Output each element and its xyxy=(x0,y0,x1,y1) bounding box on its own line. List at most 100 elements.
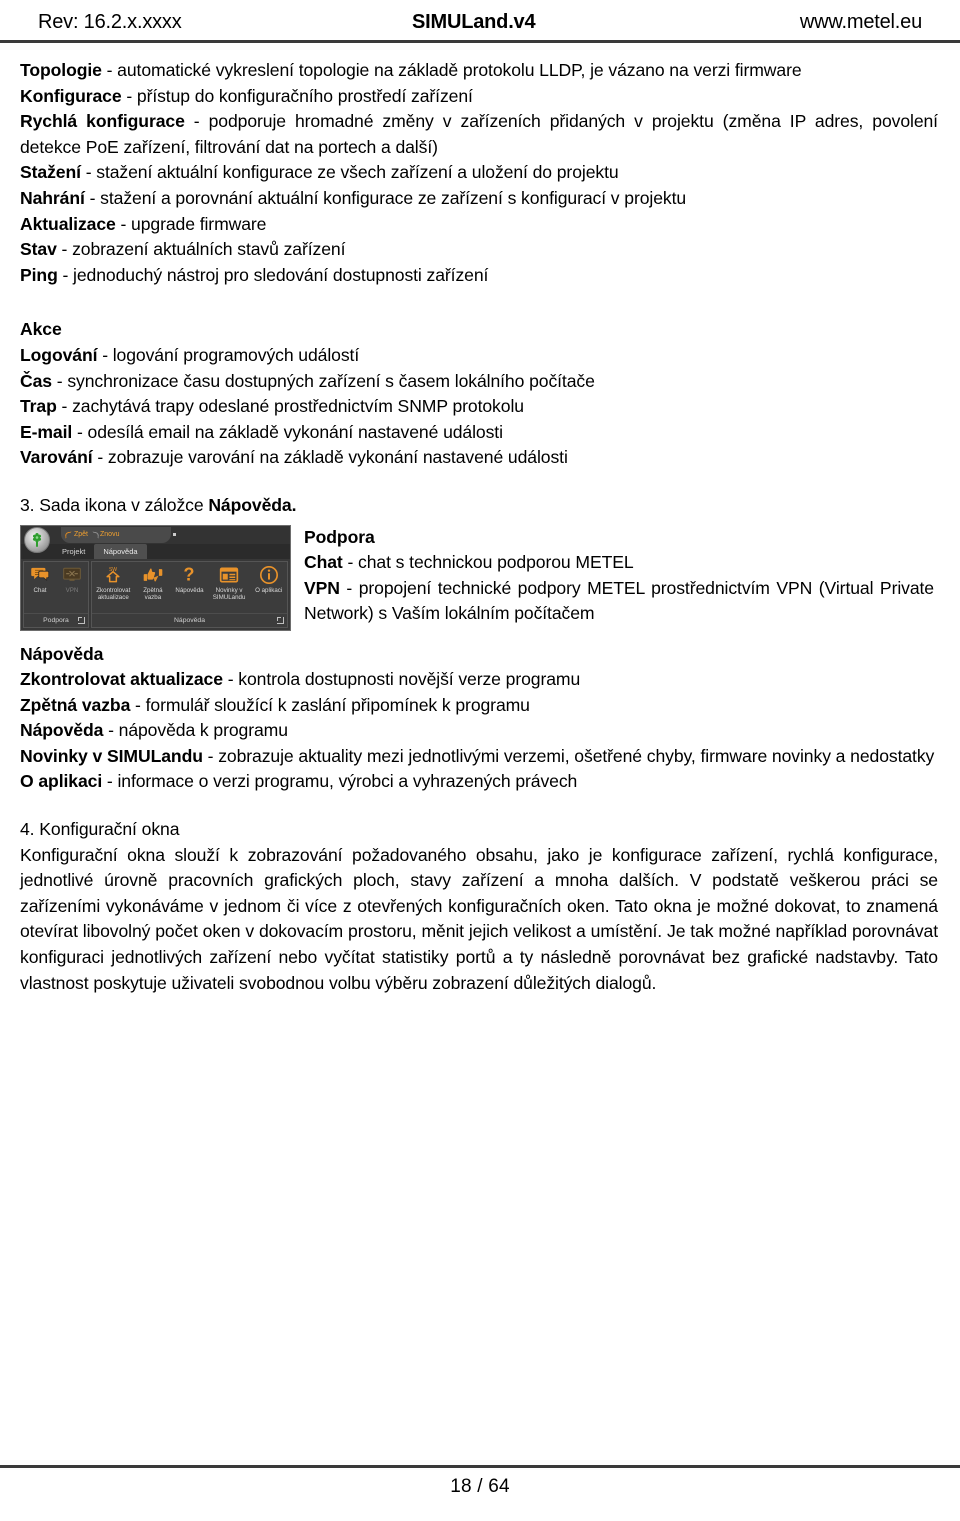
ribbon-button-about[interactable]: O aplikaci xyxy=(252,565,286,594)
ribbon-button-feedback[interactable]: Zpětná vazba xyxy=(136,565,170,602)
feature-item: Stažení - stažení aktuální konfigurace z… xyxy=(20,160,940,186)
feature-item: Stav - zobrazení aktuálních stavů zaříze… xyxy=(20,237,940,263)
feature-item: Ping - jednoduchý nástroj pro sledování … xyxy=(20,263,940,289)
ribbon-button-check-updates[interactable]: SW Zkontrolovat aktualizace xyxy=(93,565,133,602)
puzzle-piece-icon xyxy=(32,532,42,547)
akce-item: Varování - zobrazuje varování na základě… xyxy=(20,445,940,471)
dialog-launcher-icon[interactable] xyxy=(277,616,284,624)
podpora-desc: - chat s technickou podporou METEL xyxy=(342,552,634,573)
dialog-launcher-icon[interactable] xyxy=(78,616,85,624)
document-page: Rev: 16.2.x.xxxx SIMULand.v4 www.metel.e… xyxy=(0,0,960,1521)
footer-divider xyxy=(0,1465,960,1468)
napoveda-term: Nápověda xyxy=(20,720,104,741)
undo-button[interactable]: Zpět xyxy=(65,531,88,538)
ribbon-group-napoveda-title-text: Nápověda xyxy=(174,616,205,624)
napoveda-heading: Nápověda xyxy=(20,643,104,664)
feature-desc: - stažení a porovnání aktuální konfigura… xyxy=(84,187,687,208)
feature-desc: - zobrazení aktuálních stavů zařízení xyxy=(56,239,346,260)
ribbon-button-chat[interactable]: Chat xyxy=(24,565,56,594)
feature-item: Nahrání - stažení a porovnání aktuální k… xyxy=(20,186,940,212)
page-header: Rev: 16.2.x.xxxx SIMULand.v4 www.metel.e… xyxy=(0,0,960,44)
ribbon-group-podpora-title-text: Podpora xyxy=(43,616,69,624)
section4-paragraph: Konfigurační okna slouží k zobrazování p… xyxy=(20,844,938,993)
redo-button[interactable]: Znovu xyxy=(91,531,119,538)
undo-icon xyxy=(65,531,72,538)
section4-heading: 4. Konfigurační okna xyxy=(20,819,180,840)
feature-item: Rychlá konfigurace - podporuje hromadné … xyxy=(20,109,938,160)
ribbon-button-about-label: O aplikaci xyxy=(255,586,283,594)
podpora-section: Podpora Chat - chat s technickou podporo… xyxy=(294,525,940,627)
section3-heading: 3. Sada ikona v záložce Nápověda. xyxy=(20,493,940,519)
podpora-heading: Podpora xyxy=(304,526,375,547)
ribbon-group-podpora-title: Podpora xyxy=(24,612,88,627)
ribbon-group-napoveda-title: Nápověda xyxy=(92,612,287,627)
ribbon-button-help[interactable]: ? Nápověda xyxy=(172,565,206,594)
svg-text:?: ? xyxy=(184,565,195,584)
akce-desc: - logování programových událostí xyxy=(97,344,360,365)
podpora-item: VPN - propojení technické podpory METEL … xyxy=(304,576,934,627)
napoveda-desc: - formulář sloužící k zaslání připomínek… xyxy=(130,694,530,715)
feature-term: Ping xyxy=(20,264,58,285)
app-logo[interactable] xyxy=(24,526,50,553)
ribbon-group-podpora: Chat VPN Podpora xyxy=(23,560,89,628)
header-revision: Rev: 16.2.x.xxxx xyxy=(38,10,182,33)
ribbon-tab-strip: Projekt Nápověda xyxy=(21,543,290,559)
feature-item: Aktualizace - upgrade firmware xyxy=(20,212,940,238)
ribbon-group-napoveda-buttons: SW Zkontrolovat aktualizace Zpětná vazba… xyxy=(92,562,287,613)
napoveda-term: O aplikaci xyxy=(20,771,103,792)
ribbon-body: Chat VPN Podpora SW Zkontrolovat aktuali… xyxy=(21,558,290,630)
napoveda-desc: - kontrola dostupnosti novější verze pro… xyxy=(222,669,581,690)
header-divider xyxy=(0,40,960,43)
sw-update-icon: SW xyxy=(103,565,123,585)
quick-access-more-icon[interactable] xyxy=(173,532,176,536)
akce-heading: Akce xyxy=(20,319,62,340)
tab-napoveda[interactable]: Nápověda xyxy=(94,543,147,559)
feature-term: Konfigurace xyxy=(20,85,122,106)
akce-term: Čas xyxy=(20,370,52,391)
ribbon-button-feedback-label: Zpětná vazba xyxy=(143,586,163,601)
akce-item: E-mail - odesílá email na základě vykoná… xyxy=(20,420,940,446)
simuland-ribbon-screenshot: Zpět Znovu Projekt Nápověda Chat VPN Pod… xyxy=(20,524,291,631)
napoveda-item: Nápověda - nápověda k programu xyxy=(20,718,940,744)
napoveda-item: Zkontrolovat aktualizace - kontrola dost… xyxy=(20,667,940,693)
akce-item: Čas - synchronizace času dostupných zaří… xyxy=(20,369,940,395)
feature-desc: - upgrade firmware xyxy=(115,213,267,234)
podpora-desc: - propojení technické podpory METEL pros… xyxy=(304,577,934,624)
napoveda-term: Novinky v SIMULandu xyxy=(20,745,203,766)
feature-item: Topologie - automatické vykreslení topol… xyxy=(20,58,940,84)
section3-bold-tail: Nápověda. xyxy=(208,494,297,515)
document-body: Topologie - automatické vykreslení topol… xyxy=(20,58,940,996)
feature-term: Topologie xyxy=(20,60,102,80)
akce-term: Varování xyxy=(20,447,93,468)
feature-term: Rychlá konfigurace xyxy=(20,111,185,132)
feature-desc: - přístup do konfiguračního prostředí za… xyxy=(121,85,473,106)
ribbon-button-vpn-label: VPN xyxy=(65,586,79,594)
vpn-monitor-icon xyxy=(62,565,82,585)
napoveda-desc: - informace o verzi programu, výrobci a … xyxy=(102,771,578,792)
napoveda-desc: - nápověda k programu xyxy=(103,720,288,741)
ribbon-button-news[interactable]: Novinky v SIMULandu xyxy=(209,565,249,602)
akce-item: Trap - zachytává trapy odeslané prostřed… xyxy=(20,394,940,420)
podpora-term: VPN xyxy=(304,577,340,598)
quick-access-toolbar[interactable]: Zpět Znovu xyxy=(61,526,171,543)
akce-item: Logování - logování programových událost… xyxy=(20,343,940,369)
ribbon-titlebar: Zpět Znovu xyxy=(21,525,290,544)
akce-term: E-mail xyxy=(20,421,73,442)
ribbon-button-vpn[interactable]: VPN xyxy=(56,565,88,594)
ribbon-group-podpora-buttons: Chat VPN xyxy=(24,562,88,613)
tab-projekt[interactable]: Projekt xyxy=(53,544,94,559)
ribbon-figure: Zpět Znovu Projekt Nápověda Chat VPN Pod… xyxy=(20,524,294,631)
napoveda-item: O aplikaci - informace o verzi programu,… xyxy=(20,769,940,795)
undo-label: Zpět xyxy=(74,531,89,538)
section3-number: 3. Sada ikona v záložce xyxy=(20,494,209,515)
napoveda-term: Zpětná vazba xyxy=(20,694,131,715)
akce-desc: - synchronizace času dostupných zařízení… xyxy=(51,370,595,391)
ribbon-button-chat-label: Chat xyxy=(33,586,47,594)
podpora-term: Chat xyxy=(304,552,343,573)
header-title: SIMULand.v4 xyxy=(412,10,536,33)
akce-desc: - zobrazuje varování na základě vykonání… xyxy=(92,447,568,468)
feature-term: Aktualizace xyxy=(20,213,116,234)
